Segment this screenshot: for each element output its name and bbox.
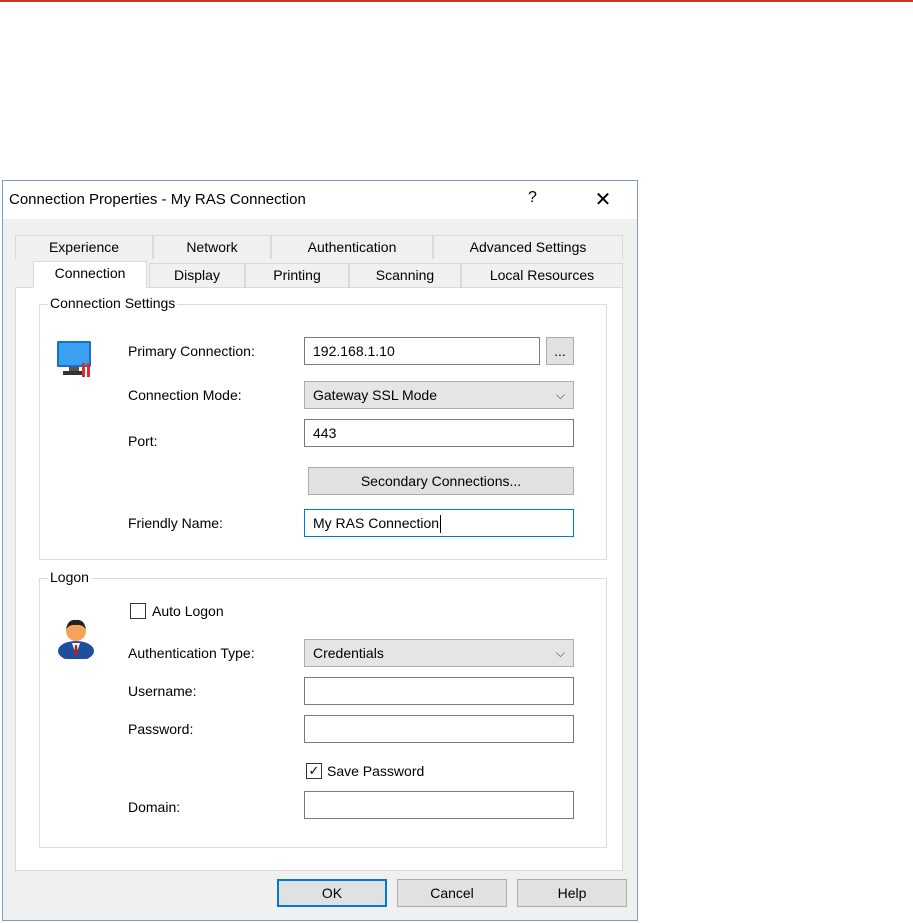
cancel-button[interactable]: Cancel — [397, 879, 507, 907]
auto-logon-label[interactable]: Auto Logon — [152, 603, 224, 619]
tab-local-resources[interactable]: Local Resources — [461, 263, 623, 287]
save-password-label[interactable]: Save Password — [327, 763, 424, 779]
logon-group: Logon Auto Logon Authentication Type: Cr… — [39, 569, 607, 848]
authentication-type-value: Credentials — [313, 645, 384, 661]
tab-printing[interactable]: Printing — [245, 263, 349, 287]
primary-connection-input[interactable]: 192.168.1.10 — [304, 337, 540, 365]
password-input[interactable] — [304, 715, 574, 743]
tab-network[interactable]: Network — [153, 235, 271, 259]
user-icon — [56, 615, 96, 661]
chevron-down-icon: ⌵ — [555, 646, 565, 660]
text-caret — [440, 515, 442, 534]
friendly-name-value: My RAS Connection — [313, 515, 440, 531]
close-icon[interactable]: ✕ — [588, 187, 618, 213]
friendly-name-label: Friendly Name: — [128, 515, 223, 531]
connection-settings-group: Connection Settings Primary Connection: … — [39, 295, 607, 560]
password-label: Password: — [128, 721, 194, 737]
authentication-type-select[interactable]: Credentials ⌵ — [304, 639, 574, 667]
help-button[interactable]: Help — [517, 879, 627, 907]
port-label: Port: — [128, 433, 158, 449]
port-input[interactable]: 443 — [304, 419, 574, 447]
tab-experience[interactable]: Experience — [15, 235, 153, 259]
connection-mode-select[interactable]: Gateway SSL Mode ⌵ — [304, 381, 574, 409]
logon-label: Logon — [48, 569, 91, 585]
top-accent-line — [0, 0, 913, 2]
dialog-title: Connection Properties - My RAS Connectio… — [9, 191, 306, 208]
save-password-checkbox[interactable]: ✓ — [306, 763, 322, 779]
tab-connection[interactable]: Connection — [33, 261, 147, 288]
chevron-down-icon: ⌵ — [555, 388, 565, 402]
connection-mode-label: Connection Mode: — [128, 387, 242, 403]
friendly-name-input[interactable]: My RAS Connection — [304, 509, 574, 537]
title-bar: Connection Properties - My RAS Connectio… — [3, 181, 637, 219]
username-label: Username: — [128, 683, 197, 699]
domain-input[interactable] — [304, 791, 574, 819]
monitor-icon — [54, 339, 94, 379]
ok-button[interactable]: OK — [277, 879, 387, 907]
browse-button[interactable]: ... — [546, 337, 574, 365]
username-input[interactable] — [304, 677, 574, 705]
connection-mode-value: Gateway SSL Mode — [313, 387, 437, 403]
tab-display[interactable]: Display — [149, 263, 245, 287]
connection-properties-dialog: Connection Properties - My RAS Connectio… — [2, 180, 638, 921]
tab-scanning[interactable]: Scanning — [349, 263, 461, 287]
auto-logon-checkbox[interactable] — [130, 603, 146, 619]
help-icon[interactable]: ? — [528, 189, 537, 207]
connection-settings-label: Connection Settings — [48, 295, 178, 311]
authentication-type-label: Authentication Type: — [128, 645, 255, 661]
tab-advanced-settings[interactable]: Advanced Settings — [433, 235, 623, 259]
secondary-connections-button[interactable]: Secondary Connections... — [308, 467, 574, 495]
domain-label: Domain: — [128, 799, 181, 815]
tab-authentication[interactable]: Authentication — [271, 235, 433, 259]
primary-connection-label: Primary Connection: — [128, 343, 255, 359]
tab-panel-connection: Connection Settings Primary Connection: … — [15, 287, 623, 871]
